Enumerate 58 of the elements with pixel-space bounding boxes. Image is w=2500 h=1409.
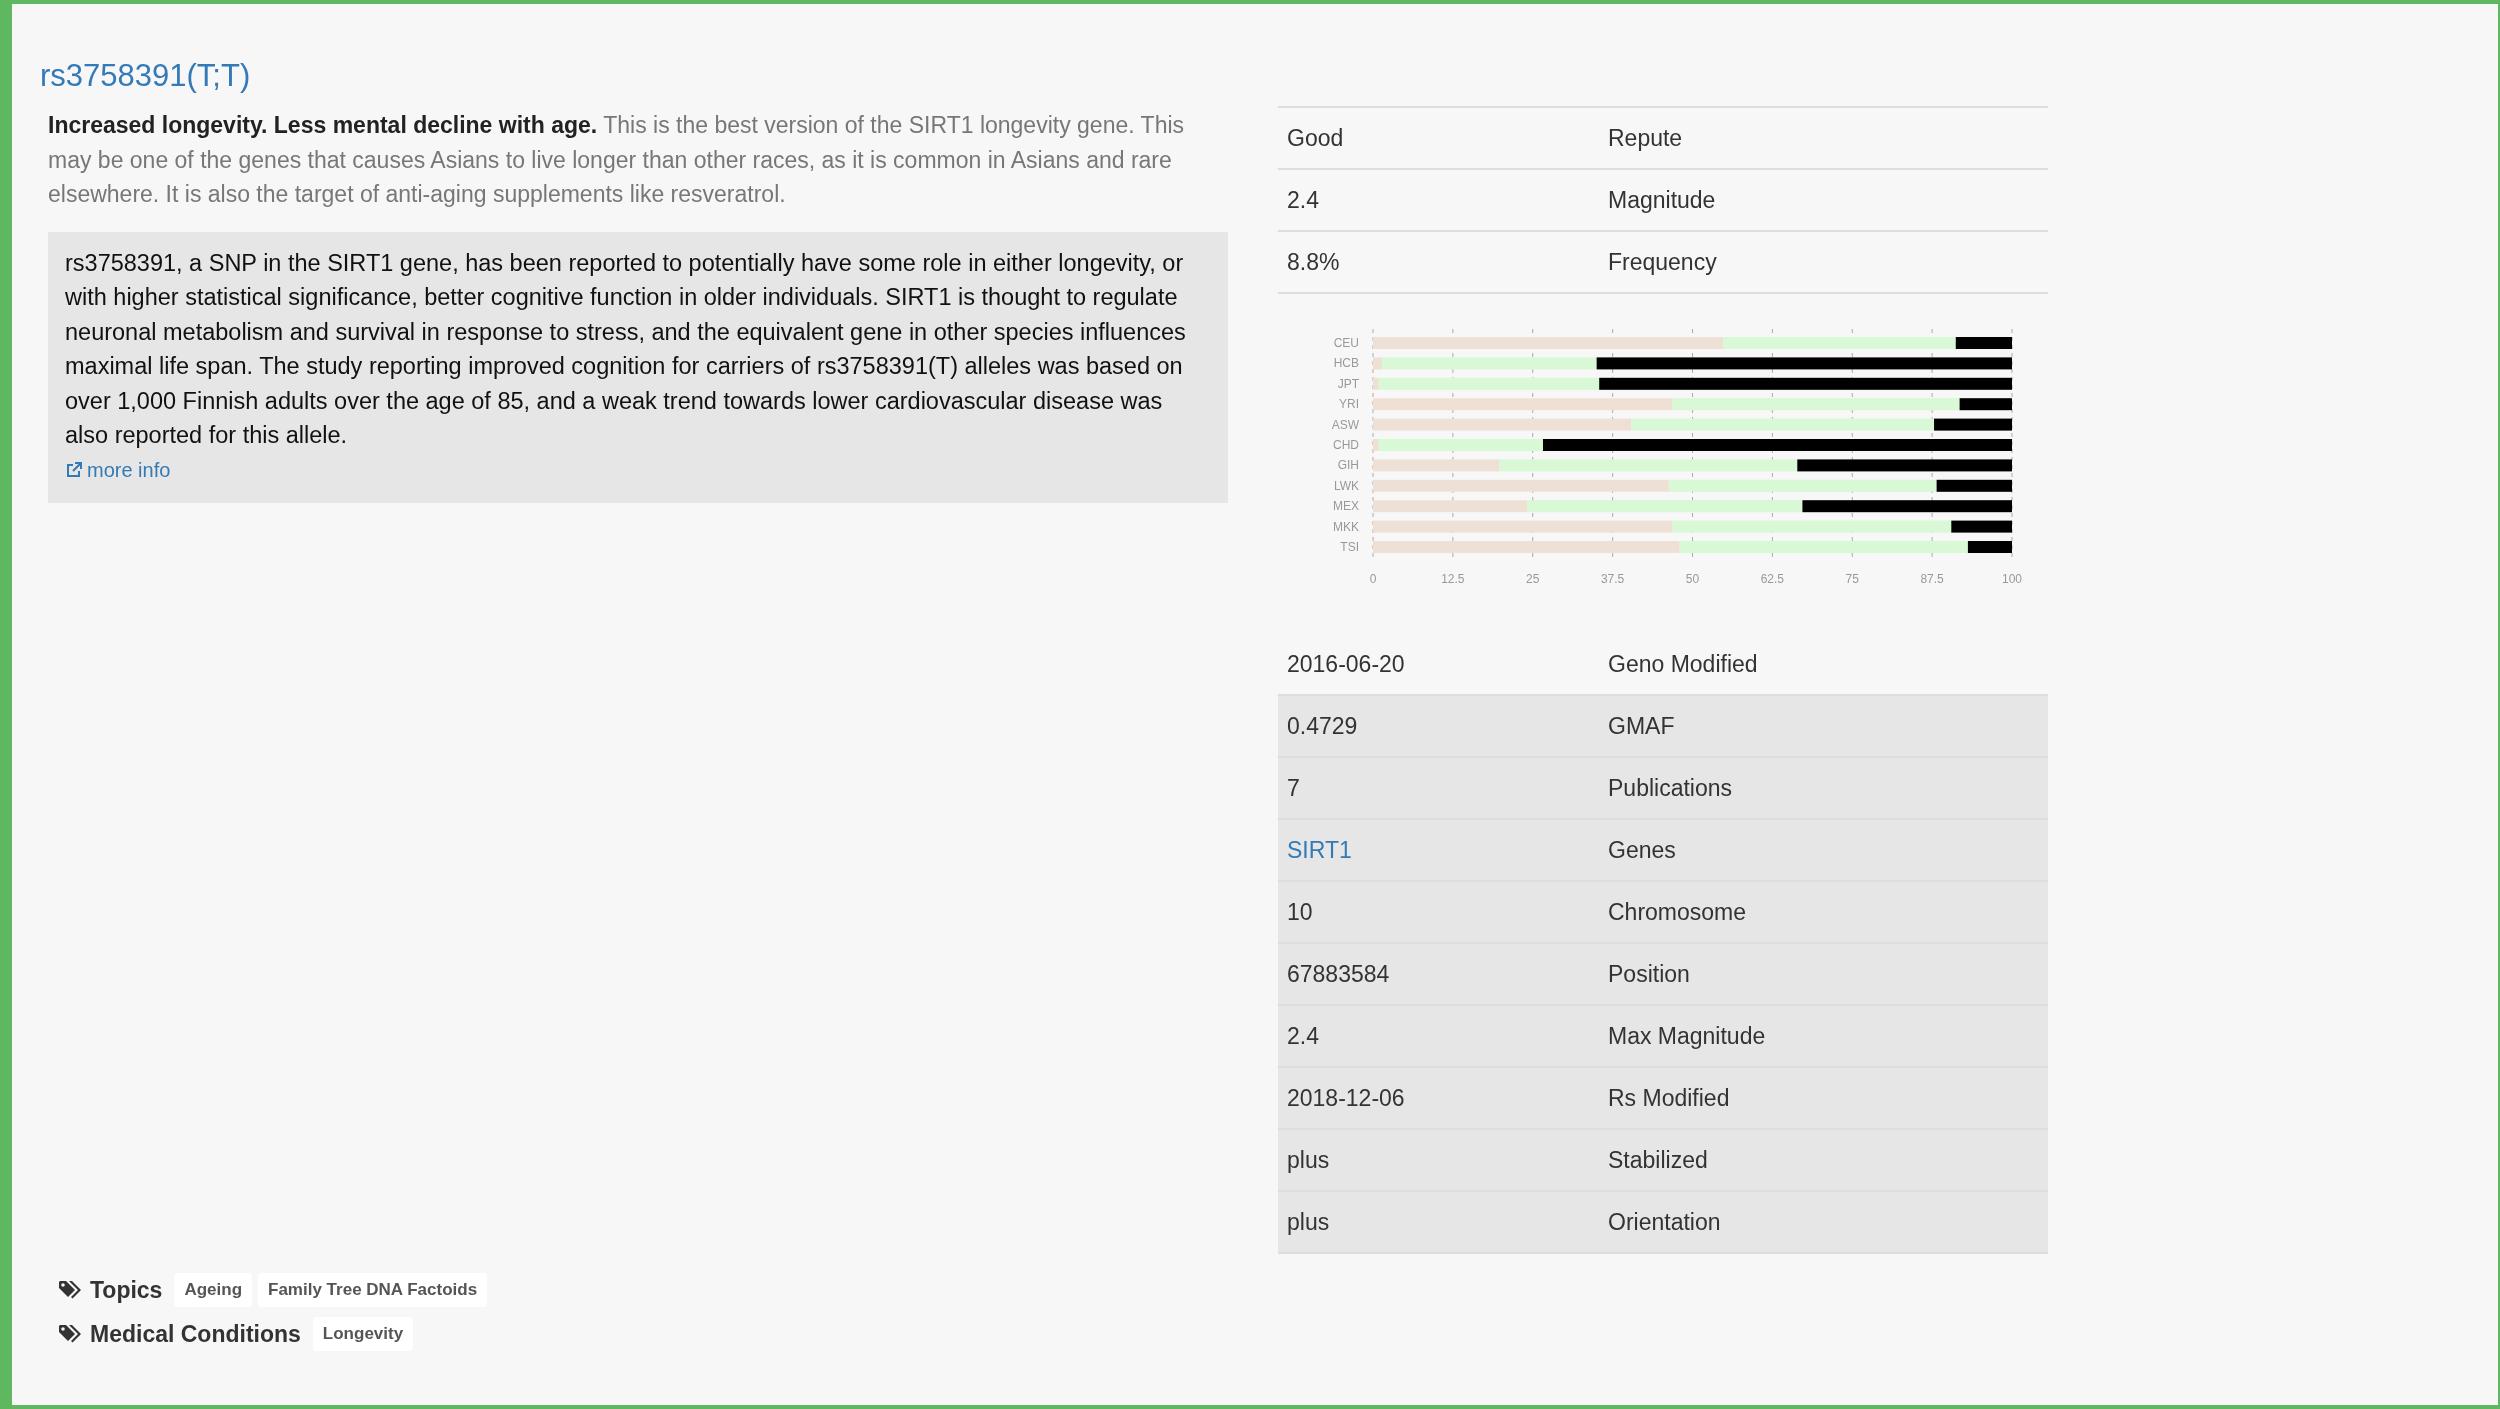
category-label: YRI [1339,397,1359,412]
tag-group-label: Medical Conditions [90,1319,301,1349]
page-title-link[interactable]: rs3758391(T;T) [40,54,251,98]
tag-link[interactable]: Family Tree DNA Factoids [258,1273,488,1307]
axis-tick-label: 0 [1369,572,1377,586]
category-label: MEX [1333,499,1359,514]
value-cell: plus [1287,1146,1330,1173]
category-label: LWK [1333,478,1359,493]
external-link-icon [65,460,83,479]
label-cell-text: Chromosome [1608,897,1747,927]
value-cell: Good [1287,124,1344,151]
more-info-link[interactable]: more info [65,454,171,485]
label-cell-text: Stabilized [1608,1145,1708,1175]
label-cell-text: Genes [1608,835,1676,865]
details-paragraph: rs3758391, a SNP in the SIRT1 gene, has been reported to potentially have some role in either longevity, or with higher statistical significance, better cognitive function in older individuals. SIRT1 is thought to regulate neuronal metabolism and survival in response to stress, and the equivalent gene in other species influences maximal life span. The study reporting improved cognition for carriers of rs3758391(T) alleles was based on over 1,000 Finnish adults over the age of 85, and a weak trend towards lower cardiovascular disease was also reported for this allele. [65,248,1187,450]
category-label: HCB [1333,356,1359,371]
category-label: TSI [1340,540,1359,554]
category-label: GIH [1337,458,1359,473]
label-cell-text: Magnitude [1608,185,1716,215]
label-cell-text: GMAF [1608,711,1675,741]
label-cell-text: Rs Modified [1608,1083,1730,1113]
axis-tick-label: 100 [2002,572,2022,586]
label-cell-text: Max Magnitude [1608,1021,1766,1051]
value-cell: 8.8% [1287,248,1340,275]
tag-link[interactable]: Longevity [312,1317,414,1351]
value-cell: plus [1287,1208,1330,1235]
gene-link[interactable]: SIRT1 [1287,836,1352,863]
value-cell: 0.4729 [1287,712,1358,739]
axis-tick-label: 25 [1526,572,1540,586]
axis-tick-label: 12.5 [1441,572,1465,586]
value-cell: 2016-06-20 [1287,650,1405,677]
tags-icon [58,1280,84,1300]
category-label: MKK [1333,519,1359,534]
category-label: CHD [1333,438,1359,452]
label-cell-text: Publications [1608,773,1733,803]
label-cell-text: Repute [1608,123,1683,153]
axis-tick-label: 87.5 [1920,572,1944,586]
value-cell: 2.4 [1287,186,1319,213]
category-label: CEU [1333,336,1359,350]
value-cell: 2018-12-06 [1287,1084,1405,1111]
tag-link[interactable]: Ageing [174,1273,253,1307]
tag-group-label: Topics [90,1275,163,1305]
axis-tick-label: 62.5 [1760,572,1785,586]
category-label: ASW [1331,417,1359,432]
label-cell-text: Frequency [1608,247,1717,277]
axis-tick-label: 37.5 [1600,572,1625,586]
value-cell: 67883584 [1287,960,1390,987]
tags-icon [58,1324,84,1344]
axis-tick-label: 75 [1845,572,1859,586]
label-cell-text: Geno Modified [1608,649,1758,679]
category-label: JPT [1337,376,1359,391]
value-cell: 7 [1287,774,1300,801]
axis-tick-label: 50 [1685,572,1700,586]
label-cell-text: Orientation [1608,1207,1721,1237]
value-cell: 2.4 [1287,1022,1319,1049]
value-cell: 10 [1287,898,1313,925]
summary-paragraph: Increased longevity. Less mental decline with age. This is the best version of the SIRT1 longevity gene. This may be one of the genes that causes Asians to live longer than other races, as it is common in Asians and rare elsewhere. It is also the target of anti-aging supplements like resveratrol. [48,111,1186,209]
label-cell-text: Position [1608,959,1690,989]
